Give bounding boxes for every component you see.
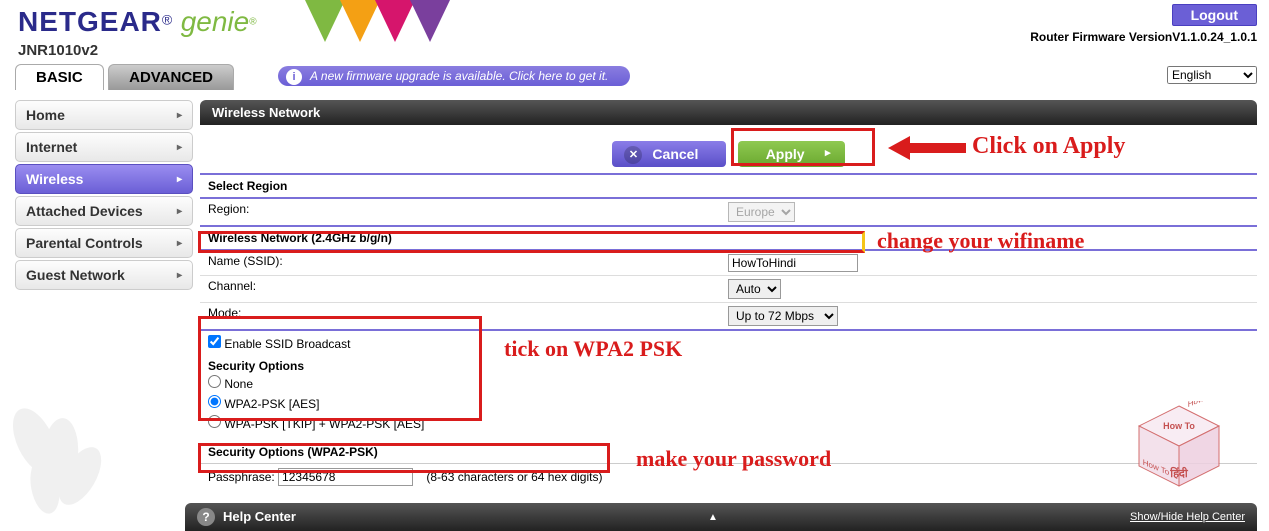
chevron-right-icon: ▸	[177, 174, 182, 185]
chevron-right-icon: ▸	[177, 206, 182, 217]
sidebar-item-wireless[interactable]: Wireless▸	[15, 164, 193, 194]
region-select[interactable]: Europe	[728, 202, 795, 222]
security-none-radio[interactable]: None	[208, 373, 1249, 393]
wireless-network-header: Wireless Network (2.4GHz b/g/n)	[200, 227, 1257, 251]
help-icon: ?	[197, 508, 215, 526]
page-title: Wireless Network	[200, 100, 1257, 125]
channel-label: Channel:	[208, 279, 728, 299]
decorative-triangles	[300, 0, 480, 54]
security-options-header: Security Options	[208, 359, 1249, 373]
cancel-button[interactable]: Cancel	[612, 141, 726, 167]
sidebar-item-home[interactable]: Home▸	[15, 100, 193, 130]
mode-select[interactable]: Up to 72 Mbps	[728, 306, 838, 326]
passphrase-input[interactable]	[278, 468, 413, 486]
mode-label: Mode:	[208, 306, 728, 326]
sidebar: Home▸ Internet▸ Wireless▸ Attached Devic…	[15, 100, 193, 292]
passphrase-label: Passphrase:	[208, 470, 275, 484]
watermark-cube-icon: How To How To How To हिंदी	[1129, 401, 1229, 491]
svg-text:How To: How To	[1188, 401, 1215, 409]
logout-button[interactable]: Logout	[1172, 4, 1257, 26]
ssid-label: Name (SSID):	[208, 254, 728, 272]
tab-advanced[interactable]: ADVANCED	[108, 64, 234, 90]
channel-select[interactable]: Auto	[728, 279, 781, 299]
tab-basic[interactable]: BASIC	[15, 64, 104, 90]
sidebar-item-guest-network[interactable]: Guest Network▸	[15, 260, 193, 290]
model-label: JNR1010v2	[18, 42, 98, 59]
passphrase-hint: (8-63 characters or 64 hex digits)	[426, 470, 602, 484]
region-section-header: Select Region	[200, 175, 1257, 199]
firmware-upgrade-banner[interactable]: A new firmware upgrade is available. Cli…	[278, 66, 630, 86]
chevron-right-icon: ▸	[177, 142, 182, 153]
language-select[interactable]: English	[1167, 66, 1257, 84]
watermark-leaf-icon	[0, 401, 110, 521]
sidebar-item-internet[interactable]: Internet▸	[15, 132, 193, 162]
sidebar-item-attached-devices[interactable]: Attached Devices▸	[15, 196, 193, 226]
region-label: Region:	[208, 202, 728, 222]
passphrase-section-header: Security Options (WPA2-PSK)	[200, 441, 1257, 464]
svg-text:हिंदी: हिंदी	[1169, 466, 1189, 480]
show-hide-help-link[interactable]: Show/Hide Help Center	[1130, 511, 1245, 523]
apply-button[interactable]: Apply	[738, 141, 845, 167]
enable-ssid-checkbox[interactable]: Enable SSID Broadcast	[208, 337, 350, 351]
sidebar-item-parental-controls[interactable]: Parental Controls▸	[15, 228, 193, 258]
chevron-right-icon: ▸	[177, 238, 182, 249]
ssid-input[interactable]	[728, 254, 858, 272]
chevron-right-icon: ▸	[177, 270, 182, 281]
genie-text: genie	[181, 6, 250, 37]
security-wpa-mix-radio[interactable]: WPA-PSK [TKIP] + WPA2-PSK [AES]	[208, 413, 1249, 433]
logo: NETGEAR® genie®	[18, 6, 257, 38]
firmware-version: Router Firmware VersionV1.1.0.24_1.0.1	[1030, 30, 1257, 44]
help-center-bar[interactable]: ?Help Center ▲ Show/Hide Help Center	[185, 503, 1257, 531]
svg-text:How To: How To	[1163, 421, 1195, 431]
security-wpa2-radio[interactable]: WPA2-PSK [AES]	[208, 393, 1249, 413]
chevron-right-icon: ▸	[177, 110, 182, 121]
chevron-up-icon: ▲	[708, 512, 718, 523]
brand-text: NETGEAR	[18, 6, 162, 37]
